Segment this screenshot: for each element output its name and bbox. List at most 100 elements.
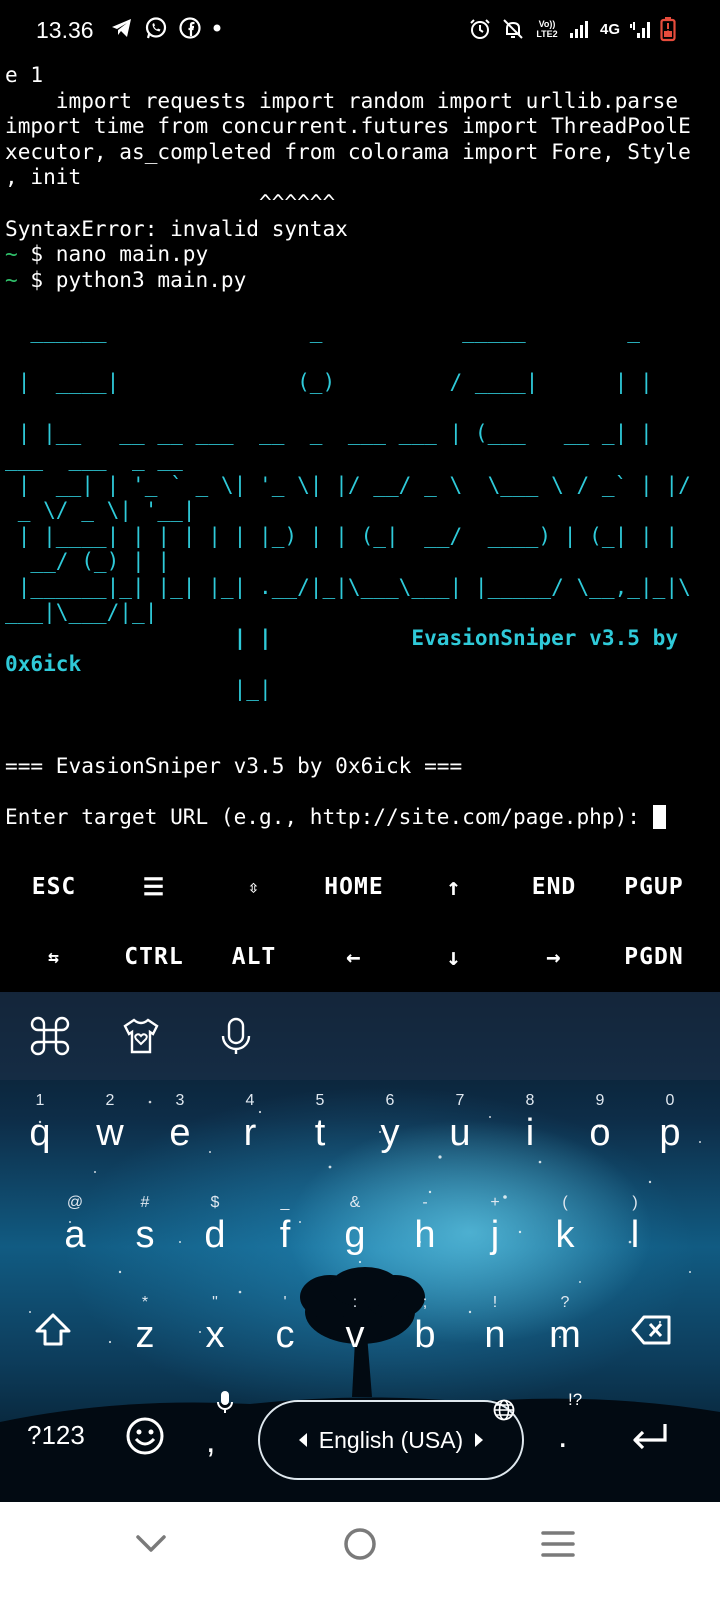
key-h[interactable]: -h xyxy=(390,1190,460,1274)
key-n[interactable]: ! n xyxy=(460,1290,530,1374)
backspace-icon[interactable] xyxy=(630,1310,674,1354)
key-p[interactable]: 0p xyxy=(635,1088,705,1172)
microphone-icon[interactable] xyxy=(214,1014,258,1058)
terminal-text: | | EvasionSniper v3.5 by xyxy=(5,625,679,651)
key-letter: p xyxy=(659,1112,681,1154)
key-t[interactable]: 5t xyxy=(285,1088,355,1172)
key-z[interactable]: * z xyxy=(110,1290,180,1374)
key-b[interactable]: ; b xyxy=(390,1290,460,1374)
key-hint: ' xyxy=(283,1294,287,1311)
key-j[interactable]: + j xyxy=(460,1190,530,1274)
key-e[interactable]: 3e xyxy=(145,1088,215,1172)
terminal-line: |_| xyxy=(5,676,717,702)
key-k[interactable]: (k xyxy=(530,1190,600,1274)
terminal-output[interactable]: e 1 import requests import random import… xyxy=(5,62,717,842)
terminal-line: | |____| | | | | | |_) | | (_| __/ ____)… xyxy=(5,523,717,549)
key-i[interactable]: 8i xyxy=(495,1088,565,1172)
drawer-key[interactable]: ☰ xyxy=(104,852,204,922)
key-a[interactable]: @ a xyxy=(40,1190,110,1274)
key-letter: w xyxy=(96,1112,124,1154)
shortcuts-icon[interactable] xyxy=(28,1014,72,1058)
key-o[interactable]: 9o xyxy=(565,1088,635,1172)
key-g[interactable]: & g xyxy=(320,1190,390,1274)
back-chevron-icon[interactable] xyxy=(134,1526,168,1564)
4g-icon: 4G xyxy=(599,20,620,38)
mute-icon xyxy=(501,17,525,41)
terminal-line: | |__ __ __ ___ __ _ ___ ___ | (___ __ _… xyxy=(5,420,717,446)
key-hint: 3 xyxy=(175,1092,185,1109)
key-s[interactable]: # s xyxy=(110,1190,180,1274)
terminal-line: Enter target URL (e.g., http://site.com/… xyxy=(5,804,717,830)
terminal-command: $ nano main.py xyxy=(17,241,209,267)
terminal-text: __/ (_) | | xyxy=(5,548,171,574)
terminal-line: ___|\___/|_| xyxy=(5,599,717,625)
key-letter: m xyxy=(549,1314,581,1356)
terminal-line: import time from concurrent.futures impo… xyxy=(5,113,717,139)
ctrl-key[interactable]: CTRL xyxy=(104,922,204,992)
terminal-cursor[interactable] xyxy=(652,805,666,830)
key-v[interactable]: :v xyxy=(320,1290,390,1374)
key-r[interactable]: 4r xyxy=(215,1088,285,1172)
terminal-text: ______ _ _____ _ xyxy=(5,317,640,343)
key-w[interactable]: 2w xyxy=(75,1088,145,1172)
alt-key[interactable]: ALT xyxy=(204,922,304,992)
key-hint: _ xyxy=(280,1194,290,1211)
left-arrow-key[interactable]: ← xyxy=(304,922,404,992)
enter-icon[interactable] xyxy=(628,1416,672,1460)
pgup-key[interactable]: PGUP xyxy=(604,852,704,922)
terminal-line: xecutor, as_completed from colorama impo… xyxy=(5,139,717,165)
key-letter: r xyxy=(243,1112,257,1154)
recents-menu-icon[interactable] xyxy=(540,1526,576,1566)
emoji-icon[interactable] xyxy=(125,1416,165,1460)
key-hint: 9 xyxy=(595,1092,605,1109)
tab-key[interactable]: ⇆ xyxy=(4,922,104,992)
key-hint: - xyxy=(422,1194,428,1211)
symbols-key[interactable]: ?123 xyxy=(27,1420,85,1451)
key-m[interactable]: ? m xyxy=(530,1290,600,1374)
key-letter: h xyxy=(414,1214,436,1256)
globe-icon xyxy=(492,1398,516,1426)
facebook-icon xyxy=(178,16,202,40)
terminal-text: ___|\___/|_| xyxy=(5,599,158,625)
scroll-key[interactable]: ⇳ xyxy=(204,852,304,922)
key-letter: j xyxy=(490,1214,500,1256)
key-y[interactable]: 6y xyxy=(355,1088,425,1172)
spacebar[interactable]: English (USA) xyxy=(258,1400,524,1480)
pgdn-key[interactable]: PGDN xyxy=(604,922,704,992)
key-l[interactable]: ) l xyxy=(600,1190,670,1274)
down-arrow-key[interactable]: ↓ xyxy=(404,922,504,992)
language-prev-icon xyxy=(298,1433,307,1447)
key-letter: o xyxy=(589,1112,611,1154)
key-d[interactable]: $ d xyxy=(180,1190,250,1274)
key-c[interactable]: ' c xyxy=(250,1290,320,1374)
end-key[interactable]: END xyxy=(504,852,604,922)
key-u[interactable]: 7u xyxy=(425,1088,495,1172)
shift-icon[interactable] xyxy=(33,1310,73,1354)
terminal-text: |______|_| |_| |_| .__/|_|\___\___| |___… xyxy=(5,573,691,599)
key-hint: * xyxy=(141,1294,149,1311)
theme-icon[interactable] xyxy=(119,1014,163,1058)
key-f[interactable]: _ f xyxy=(250,1190,320,1274)
voice-mini-icon xyxy=(217,1390,233,1418)
key-hint: # xyxy=(140,1194,150,1211)
key-hint: ( xyxy=(562,1194,568,1211)
home-circle-icon[interactable] xyxy=(342,1526,378,1566)
period-key[interactable]: . xyxy=(558,1417,567,1456)
period-hint: !? xyxy=(568,1390,583,1409)
key-hint: 5 xyxy=(315,1092,325,1109)
esc-key[interactable]: ESC xyxy=(4,852,104,922)
key-q[interactable]: 1q xyxy=(5,1088,75,1172)
comma-key[interactable]: , xyxy=(206,1422,215,1461)
input-prompt: Enter target URL (e.g., http://site.com/… xyxy=(5,804,653,830)
right-arrow-key[interactable]: → xyxy=(504,922,604,992)
home-key[interactable]: HOME xyxy=(304,852,404,922)
up-arrow-key[interactable]: ↑ xyxy=(404,852,504,922)
key-x[interactable]: " x xyxy=(180,1290,250,1374)
key-hint: 2 xyxy=(105,1092,115,1109)
terminal-text: |_| xyxy=(5,676,272,702)
terminal-text: 0x6ick xyxy=(5,650,82,676)
signal2-icon xyxy=(629,18,651,40)
